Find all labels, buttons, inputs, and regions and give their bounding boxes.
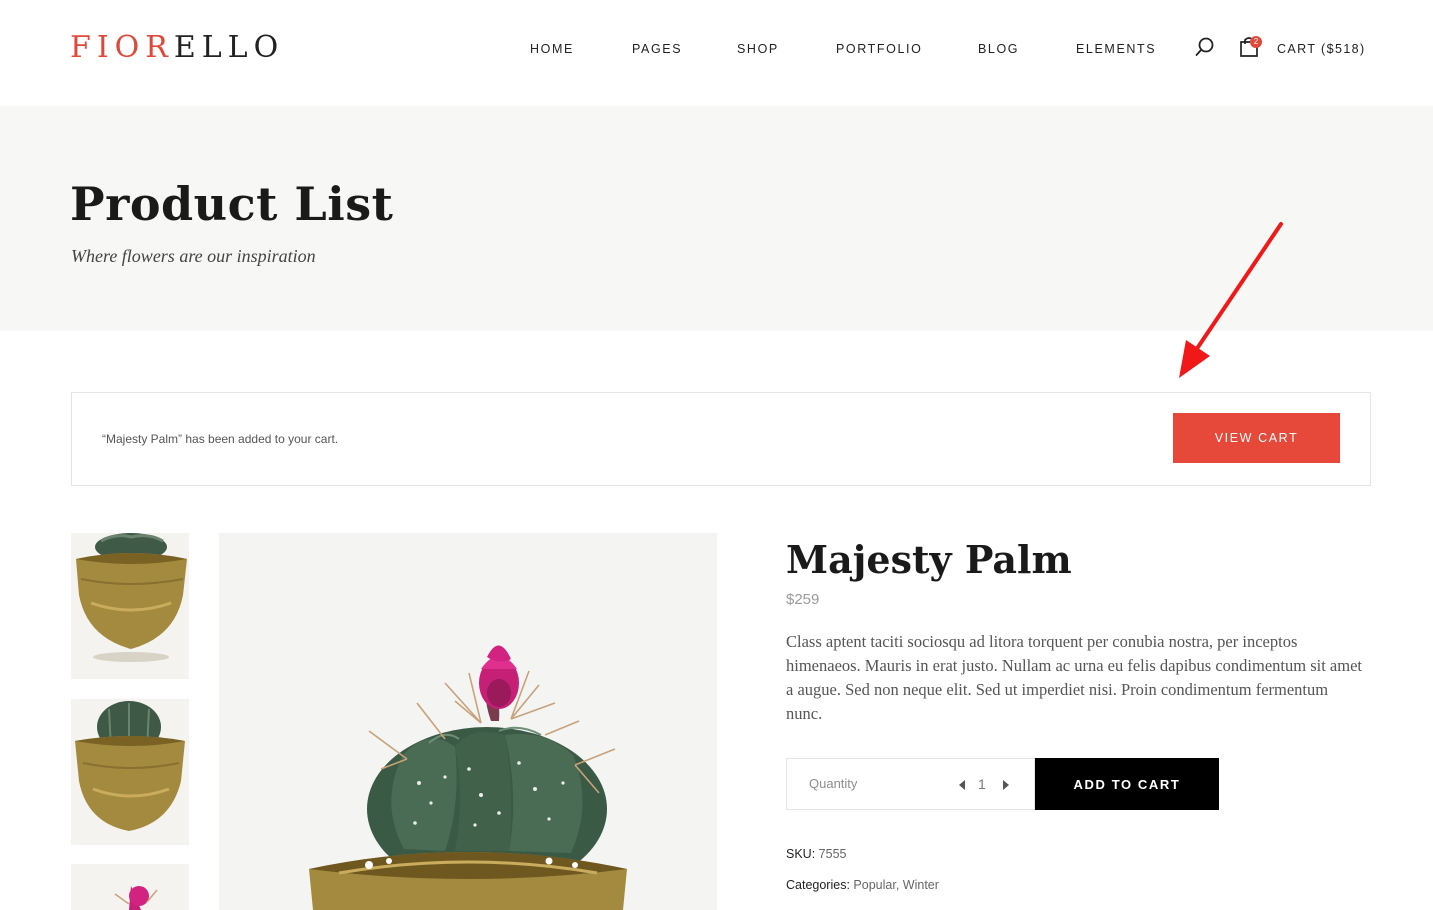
nav-shop[interactable]: SHOP (737, 40, 779, 58)
quantity-decrease-icon[interactable] (957, 778, 967, 790)
quantity-label: Quantity (809, 776, 858, 791)
page-title: Product List (70, 177, 394, 231)
product-price: $259 (786, 591, 820, 608)
cart-notice: “Majesty Palm” has been added to your ca… (71, 392, 1371, 486)
product-categories: Categories: Popular, Winter (786, 878, 939, 892)
main-nav: HOME PAGES SHOP PORTFOLIO BLOG ELEMENTS (0, 40, 1433, 58)
product-thumbnail-2[interactable] (71, 699, 189, 845)
nav-elements[interactable]: ELEMENTS (1076, 40, 1156, 58)
product-main-image[interactable] (219, 533, 717, 910)
nav-blog[interactable]: BLOG (978, 40, 1019, 58)
search-icon[interactable] (1194, 36, 1216, 58)
view-cart-button[interactable]: VIEW CART (1173, 413, 1340, 463)
category-link-popular[interactable]: Popular (853, 878, 895, 892)
nav-portfolio[interactable]: PORTFOLIO (836, 40, 922, 58)
quantity-increase-icon[interactable] (1001, 778, 1011, 790)
notice-message: “Majesty Palm” has been added to your ca… (102, 432, 339, 446)
sku-label: SKU: (786, 847, 816, 861)
product-title: Majesty Palm (786, 537, 1072, 582)
page-subtitle: Where flowers are our inspiration (71, 246, 316, 266)
quantity-value[interactable]: 1 (978, 775, 986, 793)
category-link-winter[interactable]: Winter (903, 878, 939, 892)
cart-count-badge: 2 (1250, 36, 1262, 48)
red-arrow-icon (1170, 218, 1290, 388)
categories-label: Categories: (786, 878, 850, 892)
sku-value: 7555 (818, 847, 847, 861)
nav-home[interactable]: HOME (530, 40, 574, 58)
nav-pages[interactable]: PAGES (632, 40, 682, 58)
product-thumbnail-1[interactable] (71, 533, 189, 679)
site-header: FIORELLO HOME PAGES SHOP PORTFOLIO BLOG … (0, 0, 1433, 106)
add-to-cart-button[interactable]: ADD TO CART (1035, 758, 1219, 810)
product-thumbnail-3[interactable] (71, 864, 189, 910)
product-sku: SKU: 7555 (786, 846, 846, 862)
quantity-stepper[interactable]: Quantity 1 (786, 758, 1035, 810)
product-description: Class aptent taciti sociosqu ad litora t… (786, 632, 1362, 723)
cart-link[interactable]: CART ($518) (1277, 40, 1366, 58)
